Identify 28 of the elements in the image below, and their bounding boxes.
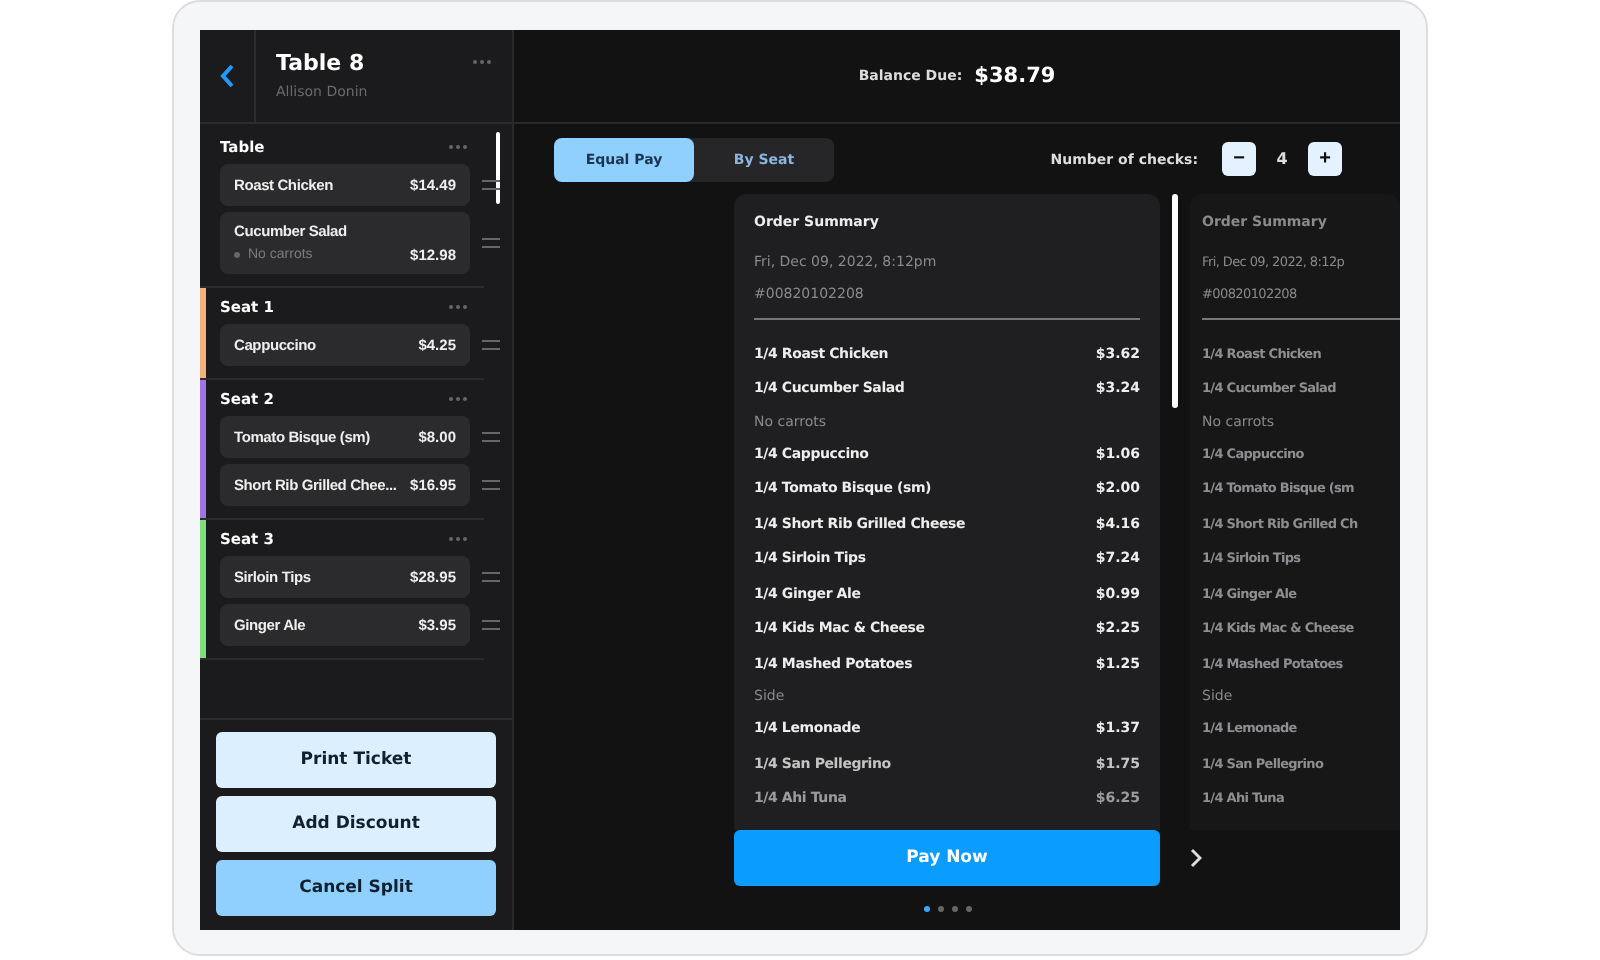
- table-title: Table 8: [276, 50, 367, 76]
- page-dot[interactable]: [937, 906, 943, 912]
- scroll-thumb[interactable]: [1172, 194, 1178, 408]
- drag-handle-icon[interactable]: [482, 179, 500, 189]
- drag-handle-icon[interactable]: [482, 619, 500, 629]
- increment-button[interactable]: +: [1308, 142, 1342, 176]
- back-chevron-icon: [219, 64, 235, 88]
- drag-handle-icon[interactable]: [482, 431, 500, 441]
- page-dot[interactable]: [965, 906, 971, 912]
- decrement-button[interactable]: −: [1222, 142, 1256, 176]
- page-dot[interactable]: [951, 906, 957, 912]
- drag-handle-icon[interactable]: [482, 339, 500, 349]
- more-icon[interactable]: [448, 143, 468, 149]
- drag-handle-icon[interactable]: [482, 479, 500, 489]
- drag-handle-icon[interactable]: [482, 571, 500, 581]
- next-chevron-icon[interactable]: [1190, 848, 1206, 868]
- action-button[interactable]: Add Discount: [216, 796, 496, 852]
- more-icon[interactable]: [448, 535, 468, 541]
- checks-count: 4: [1274, 150, 1290, 168]
- action-button[interactable]: Print Ticket: [216, 732, 496, 788]
- page-dot[interactable]: [923, 906, 929, 912]
- balance-amount: $38.79: [974, 64, 1056, 88]
- more-icon[interactable]: [448, 395, 468, 401]
- more-icon[interactable]: [448, 303, 468, 309]
- more-icon[interactable]: [472, 58, 492, 66]
- drag-handle-icon[interactable]: [482, 237, 500, 247]
- scroll-thumb[interactable]: [496, 132, 500, 204]
- action-button[interactable]: Cancel Split: [216, 860, 496, 916]
